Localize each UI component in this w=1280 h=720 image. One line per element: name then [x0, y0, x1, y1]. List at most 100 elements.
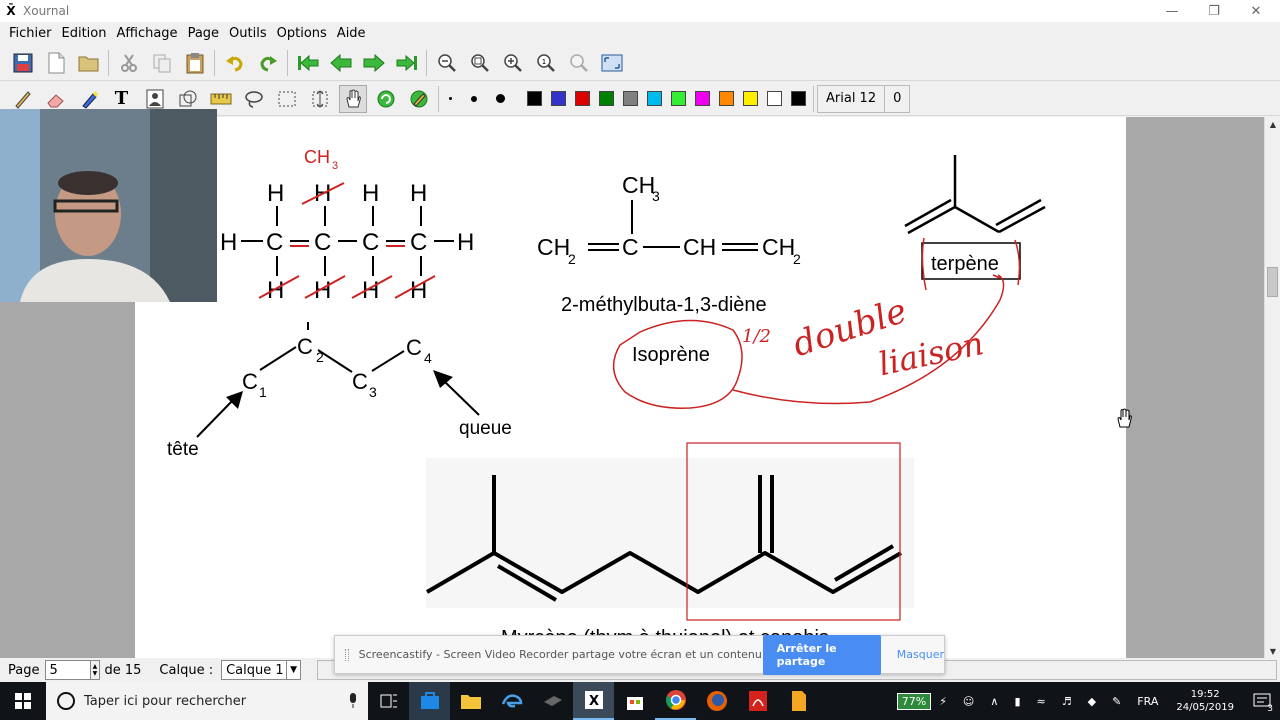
file-explorer-icon[interactable]	[450, 682, 491, 720]
layer-select[interactable]: Calque 1 ▼	[221, 660, 302, 680]
thickness-medium-icon[interactable]	[471, 95, 477, 102]
clock[interactable]: 19:52 24/05/2019	[1176, 688, 1234, 714]
network-app-icon[interactable]: ◆	[1088, 695, 1096, 708]
microphone-icon[interactable]	[348, 693, 358, 709]
save-icon[interactable]	[9, 49, 37, 77]
new-document-icon[interactable]	[42, 49, 70, 77]
zoom-width-icon[interactable]	[565, 49, 593, 77]
color-swatch[interactable]	[550, 91, 566, 106]
menu-edition[interactable]: Edition	[62, 26, 107, 41]
thickness-fine-icon[interactable]	[449, 97, 452, 100]
color-swatch[interactable]	[526, 91, 542, 106]
c4-label: C	[406, 335, 422, 360]
restore-button[interactable]: ❐	[1194, 0, 1234, 22]
scroll-up-icon[interactable]: ▲	[1265, 117, 1280, 131]
color-swatch[interactable]	[574, 91, 590, 106]
battery-icon[interactable]: ▮	[1014, 695, 1020, 708]
action-center-icon[interactable]: 3	[1244, 682, 1280, 720]
wifi-icon[interactable]: ≈	[1037, 695, 1046, 708]
battery-indicator[interactable]: 77%	[896, 692, 932, 710]
chevron-up-icon[interactable]: ∧	[990, 695, 998, 708]
scroll-down-icon[interactable]: ▼	[1265, 644, 1280, 658]
notification-count: 3	[1267, 704, 1273, 714]
chrome-icon[interactable]	[655, 682, 696, 720]
acrobat-icon[interactable]	[737, 682, 778, 720]
zoom-fit-icon[interactable]	[466, 49, 494, 77]
rect-select-icon[interactable]	[273, 85, 301, 113]
menu-outils[interactable]: Outils	[229, 26, 267, 41]
power-plug-icon[interactable]: ⚡	[939, 695, 947, 708]
lasso-select-icon[interactable]	[240, 85, 268, 113]
page-number-input[interactable]: 5	[45, 660, 92, 680]
color-swatch[interactable]	[790, 91, 806, 106]
default-pen-icon[interactable]	[405, 85, 433, 113]
menu-affichage[interactable]: Affichage	[116, 26, 177, 41]
color-swatch[interactable]	[646, 91, 662, 106]
vertical-space-icon[interactable]	[306, 85, 334, 113]
redo-icon[interactable]	[254, 49, 282, 77]
color-swatch[interactable]	[670, 91, 686, 106]
c3-label: C	[352, 369, 368, 394]
zoom-100-icon[interactable]: 1	[532, 49, 560, 77]
people-icon[interactable]: ☺	[963, 695, 974, 708]
vertical-scrollbar[interactable]: ▲ ▼	[1264, 117, 1280, 658]
minimize-button[interactable]: —	[1152, 0, 1192, 22]
default-tool-icon[interactable]	[372, 85, 400, 113]
task-view-icon[interactable]	[368, 682, 409, 720]
c-atom: C	[410, 229, 427, 256]
stop-sharing-button[interactable]: Arrêter le partage	[762, 634, 881, 675]
toolbar-separator	[287, 49, 288, 76]
hand-tool-icon[interactable]	[338, 84, 367, 113]
scrollbar-thumb[interactable]	[1267, 267, 1278, 297]
xournal-taskbar-icon[interactable]: X	[573, 682, 614, 720]
cut-icon[interactable]	[115, 49, 143, 77]
menu-options[interactable]: Options	[277, 26, 327, 41]
color-swatch[interactable]	[622, 91, 638, 106]
firefox-icon[interactable]	[696, 682, 737, 720]
color-palette	[522, 91, 810, 106]
copy-icon[interactable]	[148, 49, 176, 77]
next-page-icon[interactable]	[360, 49, 388, 77]
input-language[interactable]: FRA	[1137, 695, 1158, 708]
fullscreen-icon[interactable]	[598, 49, 626, 77]
document-app-icon[interactable]	[778, 682, 819, 720]
app-icon[interactable]	[532, 682, 573, 720]
store-app-icon[interactable]	[409, 682, 450, 720]
windows-start-icon[interactable]	[0, 682, 46, 720]
first-page-icon[interactable]	[294, 49, 322, 77]
thickness-thick-icon[interactable]	[496, 94, 505, 103]
color-swatch[interactable]	[766, 91, 782, 106]
clock-date: 24/05/2019	[1176, 702, 1234, 713]
paste-icon[interactable]	[181, 49, 209, 77]
last-page-icon[interactable]	[393, 49, 421, 77]
document-page[interactable]: CH 3 H H H H H C C C C H H H H H CH 3 CH…	[135, 117, 1126, 658]
iso-ch3-subscript: 3	[652, 188, 660, 204]
shopping-bag-icon[interactable]	[614, 682, 655, 720]
color-swatch[interactable]	[598, 91, 614, 106]
previous-page-icon[interactable]	[327, 49, 355, 77]
h-atom: H	[362, 180, 379, 207]
zoom-in-icon[interactable]	[499, 49, 527, 77]
edge-browser-icon[interactable]	[491, 682, 532, 720]
zoom-out-icon[interactable]	[433, 49, 461, 77]
undo-icon[interactable]	[221, 49, 249, 77]
font-button[interactable]: Arial 12	[817, 84, 886, 113]
page-spinner[interactable]: ▲ ▼	[90, 660, 101, 680]
color-swatch[interactable]	[742, 91, 758, 106]
taskbar-search-box[interactable]: Taper ici pour rechercher	[46, 682, 368, 720]
menu-aide[interactable]: Aide	[337, 26, 366, 41]
color-swatch[interactable]	[718, 91, 734, 106]
menu-fichier[interactable]: Fichier	[9, 26, 52, 41]
hide-link[interactable]: Masquer	[897, 648, 944, 661]
drag-handle-icon[interactable]	[345, 648, 349, 661]
pen-workspace-icon[interactable]: ✎	[1112, 695, 1121, 708]
font-size-value[interactable]: 0	[885, 84, 911, 113]
open-folder-icon[interactable]	[75, 49, 103, 77]
menu-page[interactable]: Page	[188, 26, 219, 41]
window-title: Xournal	[23, 4, 70, 18]
cortana-icon	[57, 692, 75, 710]
iupac-name: 2-méthylbuta-1,3-diène	[561, 294, 767, 316]
color-swatch[interactable]	[694, 91, 710, 106]
volume-icon[interactable]: ♬	[1062, 695, 1072, 708]
close-button[interactable]: ✕	[1236, 0, 1276, 22]
